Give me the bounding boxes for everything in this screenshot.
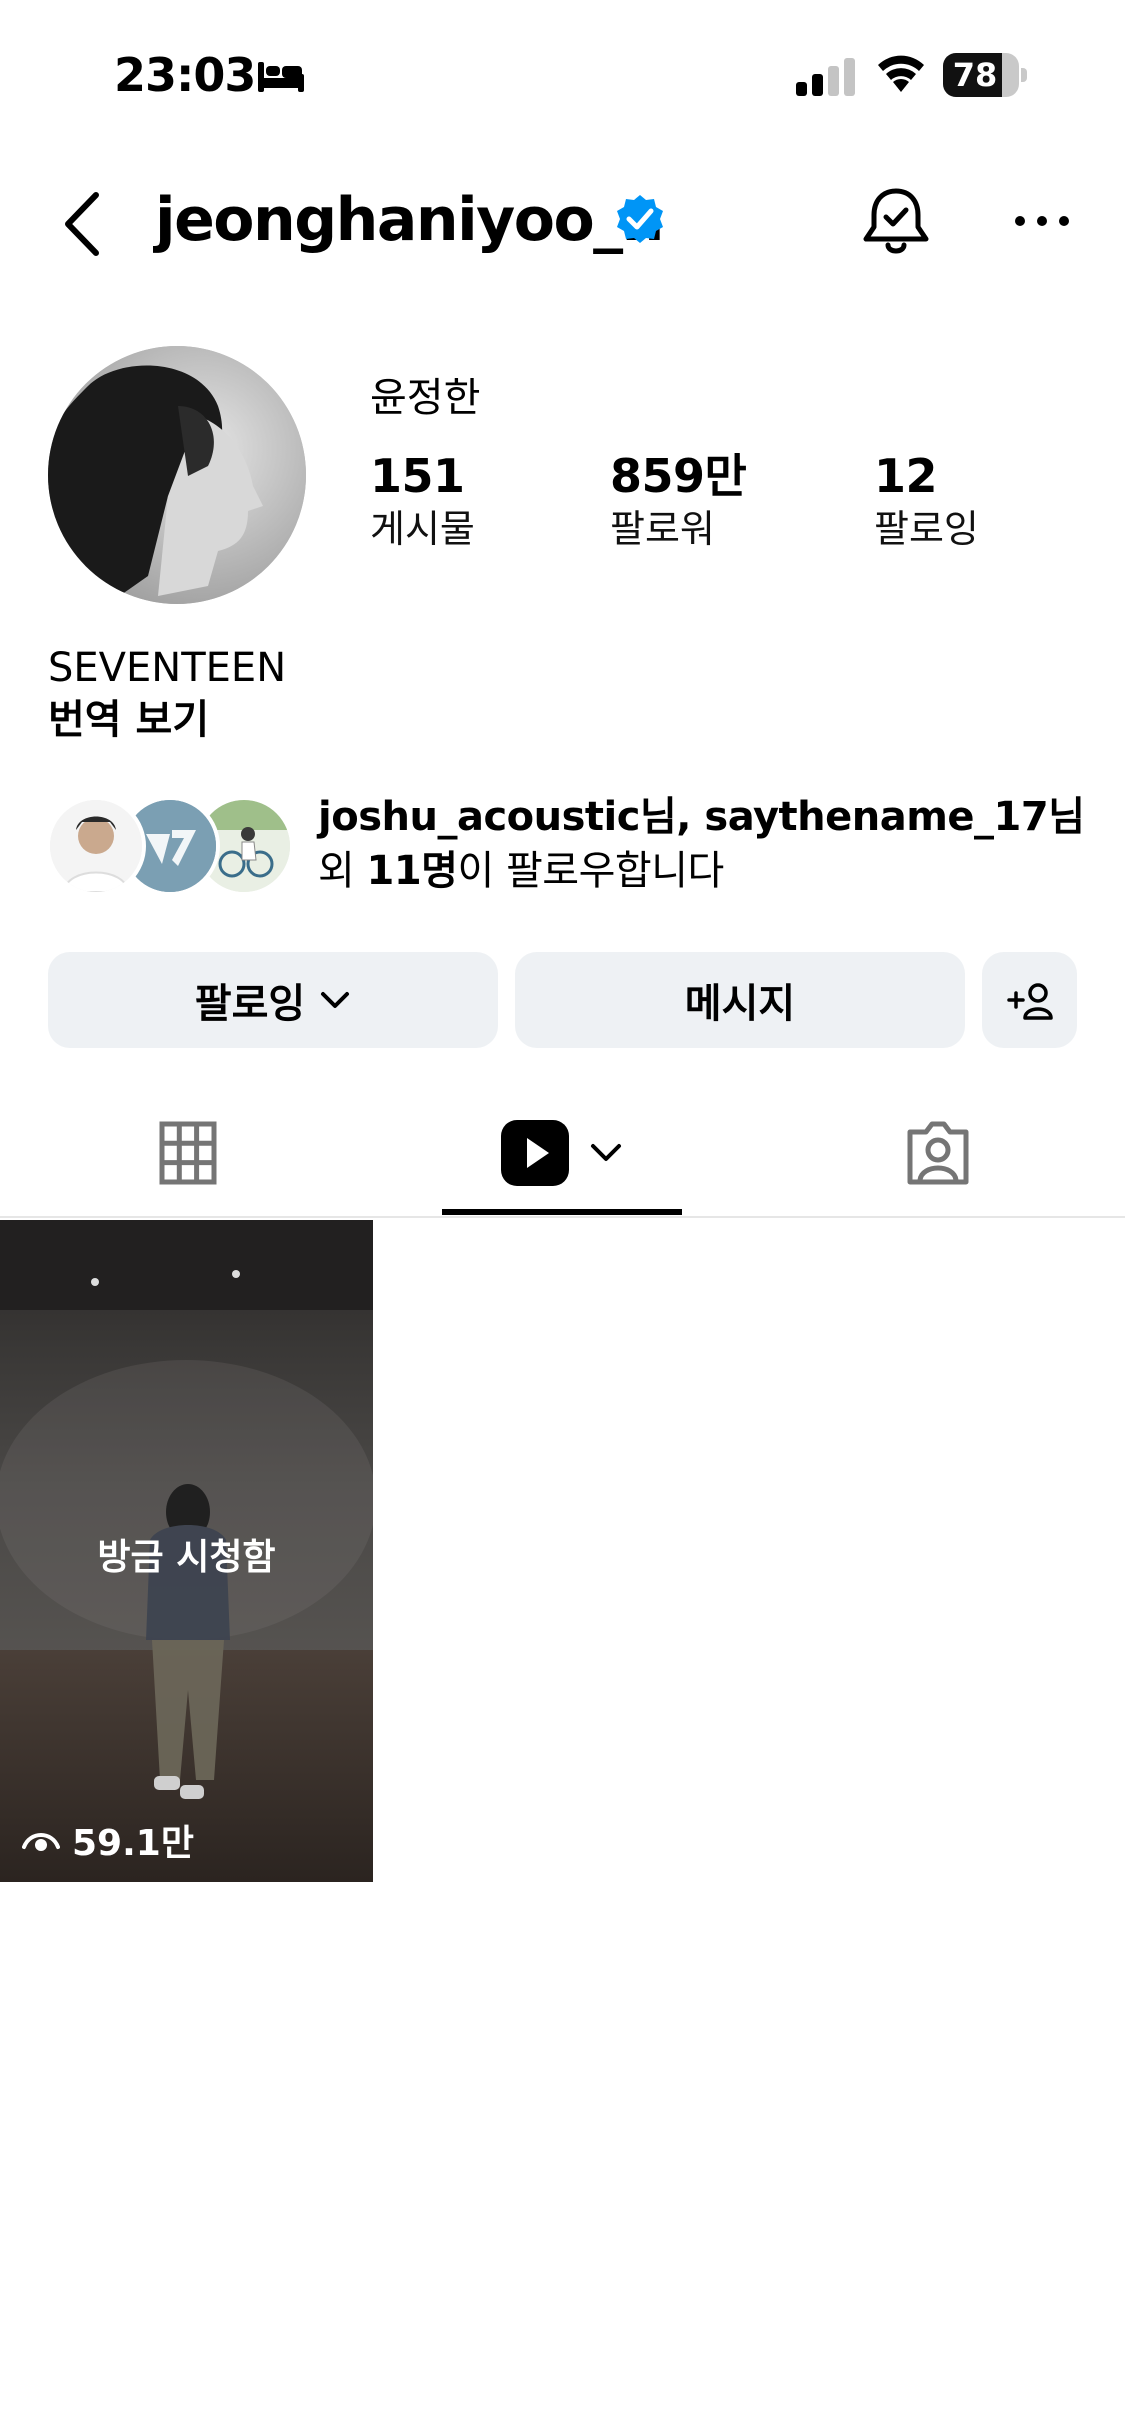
mutual-prefix: 외: [318, 848, 367, 894]
reel-thumbnail[interactable]: 방금 시청함 59.1만: [0, 1220, 373, 1882]
verified-badge-icon: [617, 195, 663, 243]
posts-label: 게시물: [370, 507, 475, 551]
status-time: 23:03: [114, 48, 256, 102]
profile-header: jeonghaniyoo_n: [0, 165, 1125, 275]
profile-tabs: [0, 1088, 1125, 1218]
add-person-icon: [1006, 983, 1053, 1020]
active-tab-indicator: [442, 1209, 682, 1215]
notification-bell-icon[interactable]: [860, 183, 932, 259]
followers-stat[interactable]: 859만 팔로워: [610, 448, 747, 554]
reel-views-value: 59.1만: [72, 1823, 194, 1864]
following-button-label: 팔로잉: [194, 981, 306, 1027]
following-stat[interactable]: 12 팔로잉: [874, 448, 979, 554]
wifi-icon: [878, 55, 924, 92]
back-arrow-icon[interactable]: [58, 189, 108, 259]
eye-icon: [22, 1833, 60, 1851]
battery-level: 78: [952, 56, 998, 94]
status-bar: 23:03 78: [0, 0, 1125, 140]
posts-stat[interactable]: 151 게시물: [370, 448, 475, 554]
mutual-followers-names: joshu_acoustic님, saythename_17님: [318, 794, 1085, 840]
more-options-icon[interactable]: [1014, 203, 1070, 239]
tab-reels[interactable]: [442, 1088, 682, 1218]
following-button[interactable]: 팔로잉: [48, 952, 498, 1048]
message-button-label: 메시지: [684, 981, 796, 1027]
tab-tagged[interactable]: [865, 1088, 1010, 1218]
grid-icon: [159, 1121, 216, 1185]
reel-watched-label: 방금 시청함: [97, 1537, 276, 1578]
chevron-down-icon: [591, 1144, 621, 1161]
following-label: 팔로잉: [874, 507, 979, 551]
mutual-followers-text[interactable]: joshu_acoustic님, saythename_17님 외 11명이 팔…: [318, 790, 1085, 898]
following-count: 12: [874, 449, 938, 503]
chevron-down-icon: [321, 992, 350, 1008]
sleep-focus-icon: [258, 62, 304, 92]
followers-count: 859만: [610, 449, 747, 503]
translate-link[interactable]: 번역 보기: [48, 692, 209, 748]
profile-display-name: 윤정한: [370, 375, 481, 421]
profile-bio: SEVENTEEN: [48, 645, 287, 691]
add-user-button[interactable]: [982, 952, 1077, 1048]
battery-icon: 78: [943, 53, 1027, 97]
tagged-person-icon: [907, 1121, 968, 1185]
mutual-avatar: [46, 796, 146, 896]
posts-count: 151: [370, 449, 465, 503]
reels-icon: [501, 1120, 569, 1186]
mutual-count: 11명: [366, 848, 458, 894]
message-button[interactable]: 메시지: [515, 952, 965, 1048]
mutual-followers-avatars[interactable]: [46, 796, 296, 896]
reel-view-count: 59.1만: [22, 1814, 194, 1866]
profile-avatar[interactable]: [48, 346, 306, 604]
profile-username: jeonghaniyoo_n: [155, 185, 664, 255]
cellular-signal-icon: [796, 58, 855, 96]
tab-grid[interactable]: [115, 1088, 260, 1218]
followers-label: 팔로워: [610, 507, 715, 551]
mutual-suffix: 이 팔로우합니다: [457, 848, 724, 894]
